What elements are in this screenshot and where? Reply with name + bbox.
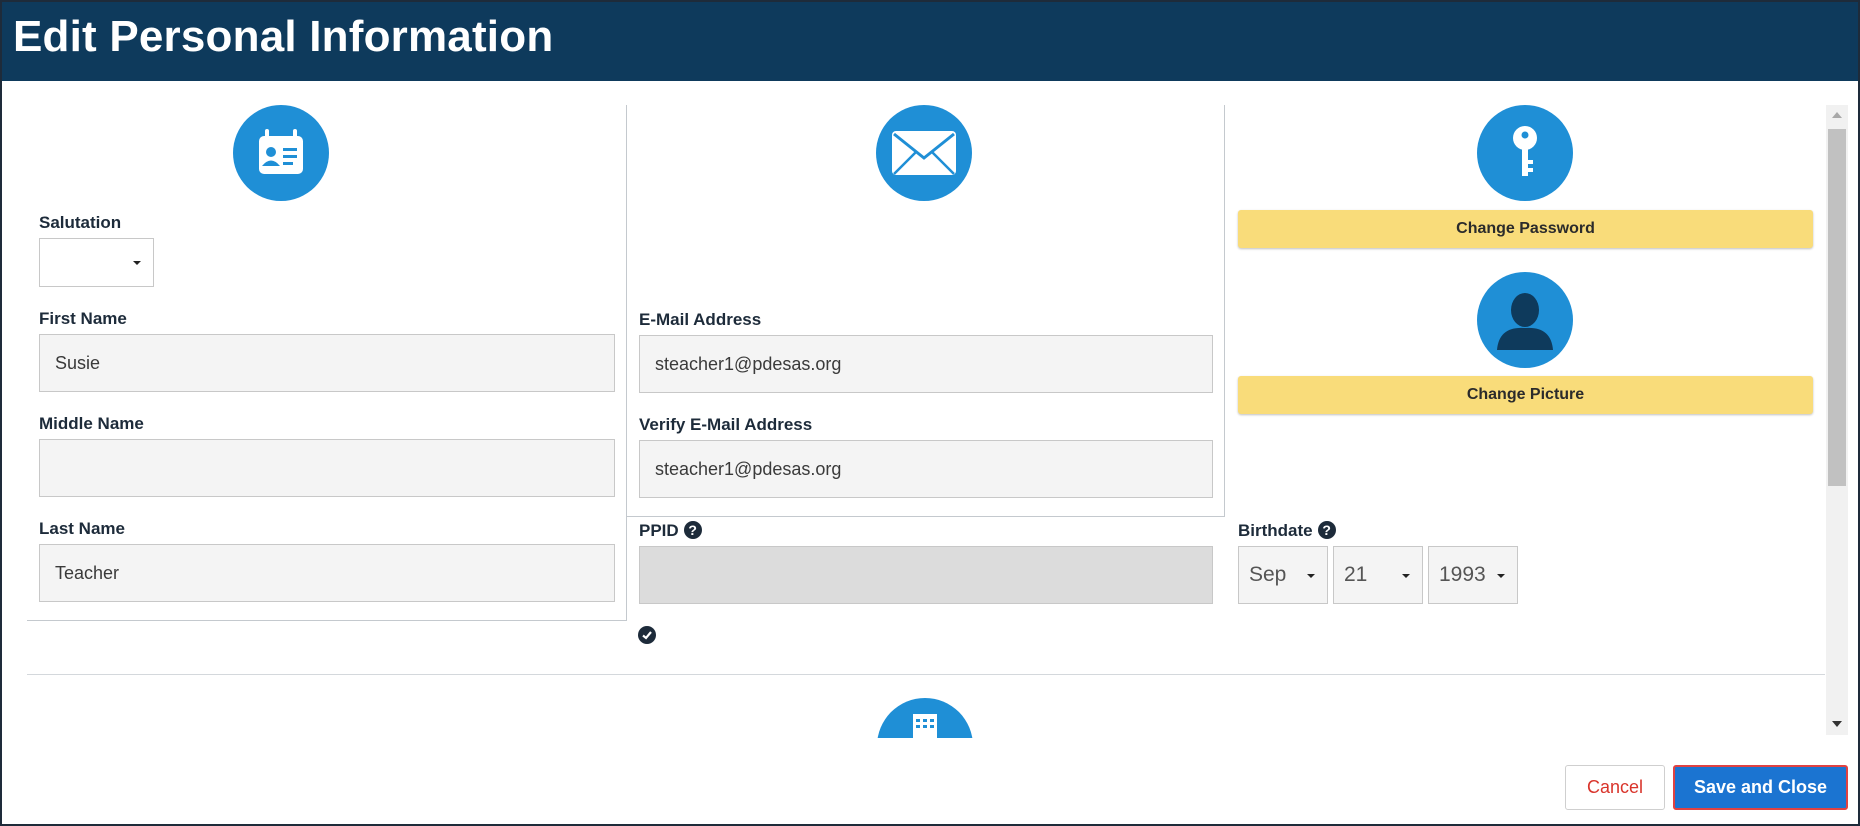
salutation-label: Salutation xyxy=(39,213,122,232)
id-badge-icon xyxy=(233,105,329,201)
salutation-select[interactable] xyxy=(39,238,154,287)
content-scrollbar[interactable] xyxy=(1826,105,1848,735)
email-label: E-Mail Address xyxy=(639,310,762,329)
save-and-close-button[interactable]: Save and Close xyxy=(1673,765,1848,810)
change-picture-button[interactable]: Change Picture xyxy=(1238,376,1813,414)
ppid-label: PPID xyxy=(639,521,679,540)
chevron-down-icon xyxy=(1307,574,1315,578)
cancel-button[interactable]: Cancel xyxy=(1565,765,1665,810)
scroll-thumb[interactable] xyxy=(1828,129,1846,486)
envelope-icon xyxy=(876,105,972,201)
verify-email-label: Verify E-Mail Address xyxy=(639,415,813,434)
verify-email-input[interactable]: steacher1@pdesas.org xyxy=(639,440,1213,498)
check-circle-icon xyxy=(638,626,656,649)
middle-name-input[interactable] xyxy=(39,439,615,497)
first-name-input[interactable]: Susie xyxy=(39,334,615,392)
question-circle-icon[interactable]: ? xyxy=(1317,521,1336,539)
scroll-down-icon[interactable] xyxy=(1832,721,1842,727)
scroll-up-icon[interactable] xyxy=(1832,112,1842,118)
section-divider xyxy=(27,674,1825,675)
dialog-content: Salutation First Name Susie Middle Name … xyxy=(2,81,1858,738)
last-name-input[interactable]: Teacher xyxy=(39,544,615,602)
ppid-label-row: PPID? xyxy=(639,521,702,541)
chevron-down-icon xyxy=(133,261,141,265)
dialog-header: Edit Personal Information xyxy=(2,2,1858,81)
key-icon xyxy=(1477,105,1573,201)
question-circle-icon[interactable]: ? xyxy=(683,521,702,539)
chevron-down-icon xyxy=(1402,574,1410,578)
first-name-label: First Name xyxy=(39,309,127,328)
birth-day-select[interactable]: 21 xyxy=(1333,546,1423,604)
email-input[interactable]: steacher1@pdesas.org xyxy=(639,335,1213,393)
user-silhouette-icon xyxy=(1477,272,1573,368)
dialog-title: Edit Personal Information xyxy=(13,12,554,61)
birth-month-value: Sep xyxy=(1249,563,1287,586)
ppid-input xyxy=(639,546,1213,604)
birthdate-label-row: Birthdate? xyxy=(1238,521,1336,541)
birth-year-value: 1993 xyxy=(1439,563,1486,586)
birth-year-select[interactable]: 1993 xyxy=(1428,546,1518,604)
birth-day-value: 21 xyxy=(1344,563,1368,586)
birth-month-select[interactable]: Sep xyxy=(1238,546,1328,604)
calendar-icon xyxy=(877,698,973,738)
last-name-label: Last Name xyxy=(39,519,125,538)
middle-name-label: Middle Name xyxy=(39,414,144,433)
birthdate-label: Birthdate xyxy=(1238,521,1313,540)
change-password-button[interactable]: Change Password xyxy=(1238,210,1813,248)
chevron-down-icon xyxy=(1497,574,1505,578)
